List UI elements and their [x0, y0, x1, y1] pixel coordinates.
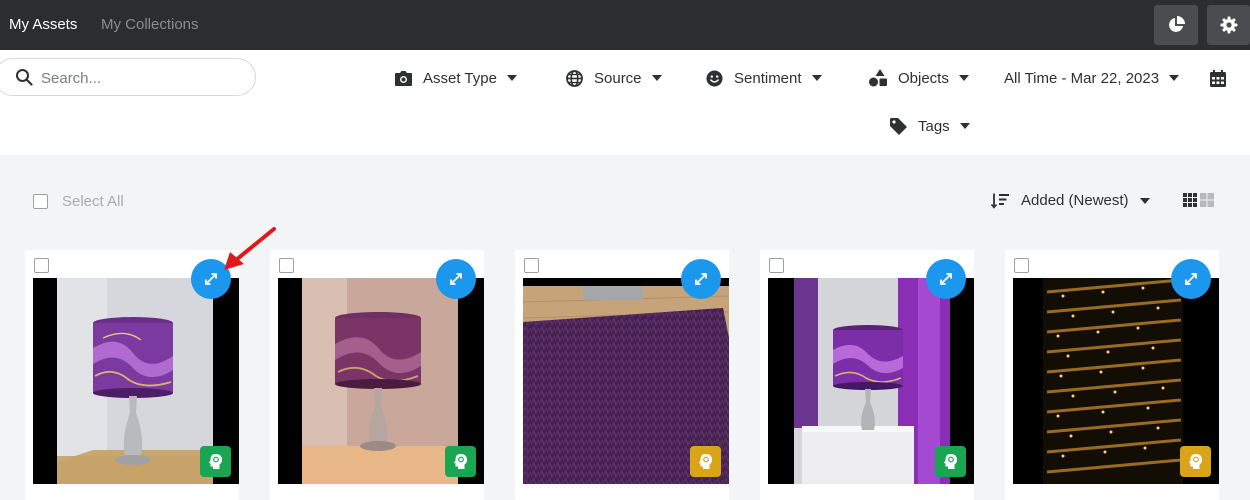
ai-analysis-badge[interactable] [690, 446, 721, 477]
sort-icon [991, 193, 1009, 209]
filter-sentiment[interactable]: Sentiment [705, 66, 822, 90]
chevron-down-icon [1169, 75, 1180, 81]
sort-label: Added (Newest) [1021, 192, 1129, 209]
expand-button[interactable] [926, 259, 966, 299]
expand-icon [695, 273, 707, 285]
ai-analysis-badge[interactable] [935, 446, 966, 477]
smiley-icon [705, 69, 723, 87]
asset-card[interactable] [25, 250, 239, 500]
asset-card[interactable] [515, 250, 729, 500]
shapes-icon [869, 69, 887, 87]
filter-asset-type[interactable]: Asset Type [394, 66, 517, 90]
filter-label: All Time - Mar 22, 2023 [1004, 69, 1160, 87]
pie-chart-icon [1169, 16, 1185, 32]
brain-head-icon [698, 454, 712, 469]
asset-checkbox[interactable] [34, 258, 49, 273]
expand-button[interactable] [681, 259, 721, 299]
expand-icon [1185, 273, 1197, 285]
select-all-label: Select All [62, 193, 124, 210]
ai-analysis-badge[interactable] [1180, 446, 1211, 477]
chevron-down-icon [506, 75, 517, 81]
expand-button[interactable] [1171, 259, 1211, 299]
chevron-down-icon [651, 75, 662, 81]
chevron-down-icon [811, 75, 822, 81]
gear-icon [1220, 16, 1237, 34]
ai-analysis-badge[interactable] [200, 446, 231, 477]
brain-head-icon [943, 454, 957, 469]
select-all-checkbox[interactable] [33, 194, 48, 209]
chevron-down-icon [958, 75, 969, 81]
grid-large-icon[interactable] [1200, 193, 1214, 207]
brain-head-icon [453, 454, 467, 469]
camera-icon [394, 69, 412, 87]
filter-label: Tags [918, 117, 950, 135]
filter-label: Source [594, 69, 642, 87]
expand-icon [450, 273, 462, 285]
chevron-down-icon [959, 123, 970, 129]
search-input[interactable] [41, 68, 241, 88]
settings-button[interactable] [1207, 5, 1250, 45]
chevron-down-icon [1139, 197, 1150, 204]
filter-label: Asset Type [423, 69, 497, 87]
asset-checkbox[interactable] [524, 258, 539, 273]
calendar-icon[interactable] [1210, 70, 1226, 87]
filter-label: Objects [898, 69, 949, 87]
expand-icon [940, 273, 952, 285]
filter-bar: Asset Type Source Sentiment Objects All … [0, 50, 1250, 155]
asset-card[interactable] [760, 250, 974, 500]
expand-icon [205, 273, 217, 285]
brain-head-icon [1188, 454, 1202, 469]
filter-tags[interactable]: Tags [889, 114, 970, 138]
search-box [0, 58, 256, 96]
tag-icon [889, 117, 907, 135]
view-toggle [1183, 193, 1214, 207]
filter-label: Sentiment [734, 69, 802, 87]
grid-small-icon[interactable] [1183, 193, 1197, 207]
annotation-arrow [224, 227, 276, 270]
filter-date-range[interactable]: All Time - Mar 22, 2023 [1004, 66, 1180, 90]
ai-analysis-badge[interactable] [445, 446, 476, 477]
sort-dropdown[interactable]: Added (Newest) [991, 192, 1150, 209]
expand-button[interactable] [436, 259, 476, 299]
globe-icon [565, 69, 583, 87]
top-bar: My Assets My Collections [0, 0, 1250, 50]
search-icon [16, 69, 33, 86]
filter-objects[interactable]: Objects [869, 66, 969, 90]
analytics-button[interactable] [1154, 5, 1198, 45]
brain-head-icon [208, 454, 222, 469]
asset-card[interactable] [1005, 250, 1219, 500]
tab-my-collections[interactable]: My Collections [101, 16, 199, 33]
asset-card[interactable] [270, 250, 484, 500]
asset-checkbox[interactable] [1014, 258, 1029, 273]
asset-checkbox[interactable] [769, 258, 784, 273]
tab-my-assets[interactable]: My Assets [9, 16, 77, 33]
asset-checkbox[interactable] [279, 258, 294, 273]
filter-source[interactable]: Source [565, 66, 662, 90]
